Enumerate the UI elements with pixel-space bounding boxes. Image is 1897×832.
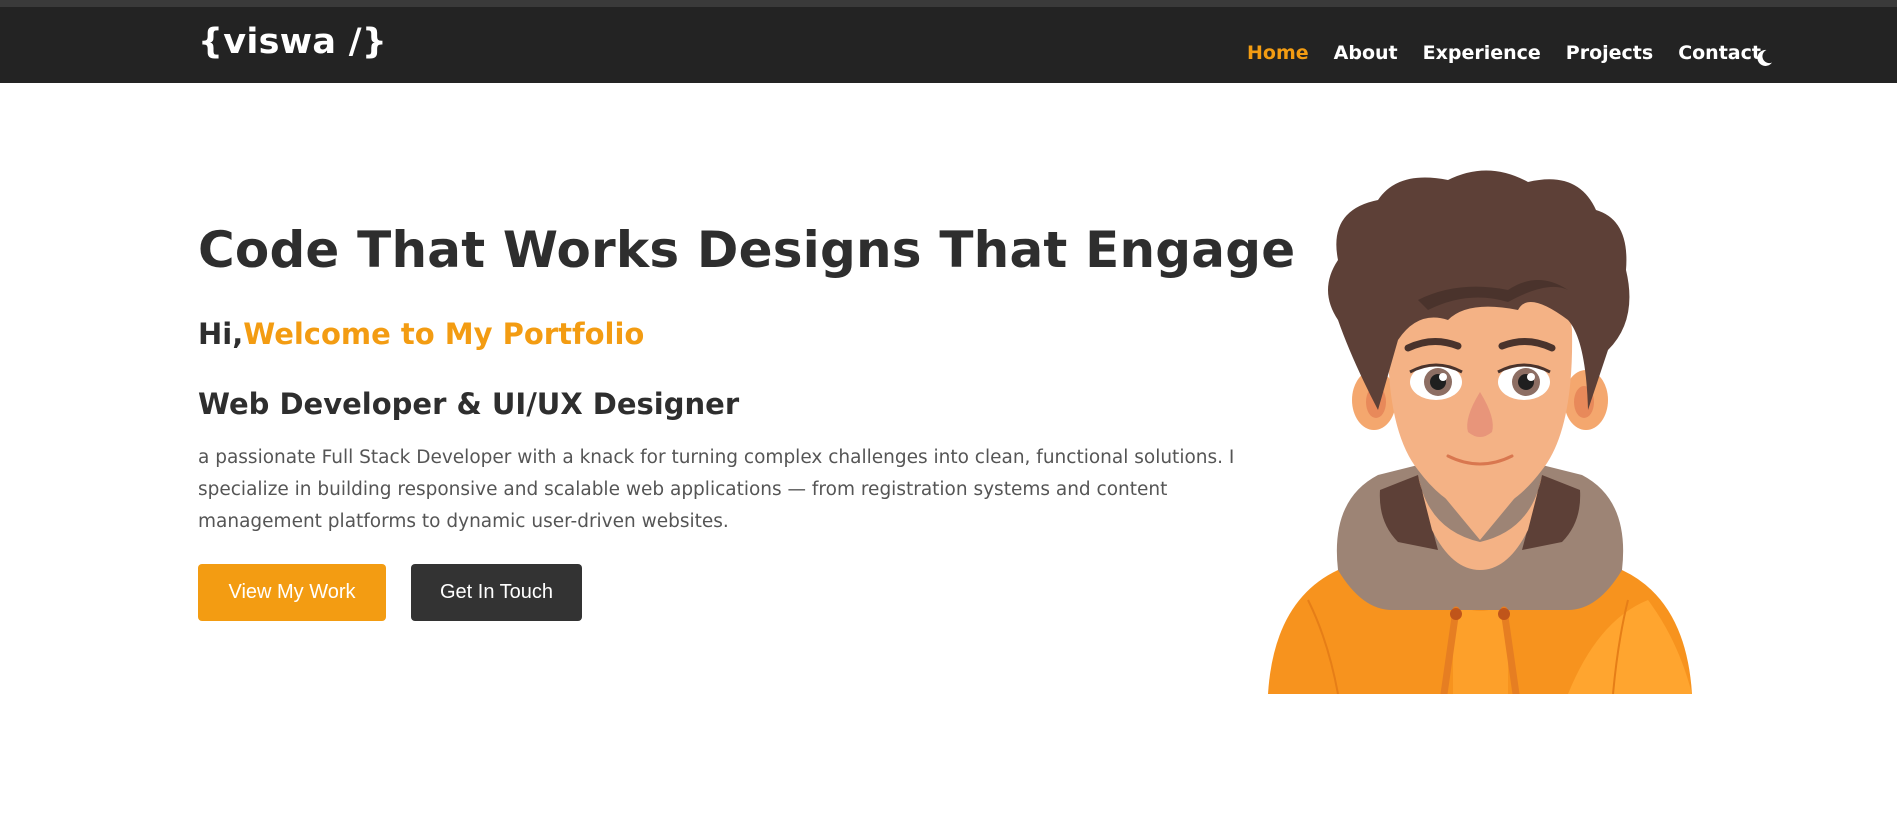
view-my-work-button[interactable]: View My Work xyxy=(198,564,386,621)
hero-role: Web Developer & UI/UX Designer xyxy=(198,387,740,421)
hero-description: a passionate Full Stack Developer with a… xyxy=(198,447,1235,532)
developer-avatar-illustration xyxy=(1268,170,1692,694)
navbar: {viswa /} Home About Experience Projects… xyxy=(0,7,1897,83)
hero-title: Code That Works Designs That Engage xyxy=(198,221,1296,279)
nav-links: Home About Experience Projects Contact xyxy=(1247,41,1761,65)
moon-icon xyxy=(1757,49,1772,66)
greeting-prefix: Hi, xyxy=(198,317,244,351)
nav-item-experience[interactable]: Experience xyxy=(1423,41,1541,65)
greeting-highlight: Welcome to My Portfolio xyxy=(243,317,645,351)
hero-greeting: Hi,Welcome to My Portfolio xyxy=(198,315,644,353)
site-logo[interactable]: {viswa /} xyxy=(198,21,387,63)
nav-item-about[interactable]: About xyxy=(1334,41,1398,65)
theme-toggle-button[interactable] xyxy=(1753,47,1775,69)
nav-item-projects[interactable]: Projects xyxy=(1566,41,1653,65)
get-in-touch-button[interactable]: Get In Touch xyxy=(411,564,582,621)
nav-item-home[interactable]: Home xyxy=(1247,41,1309,65)
window-top-strip xyxy=(0,0,1897,7)
nav-item-contact[interactable]: Contact xyxy=(1678,41,1761,65)
